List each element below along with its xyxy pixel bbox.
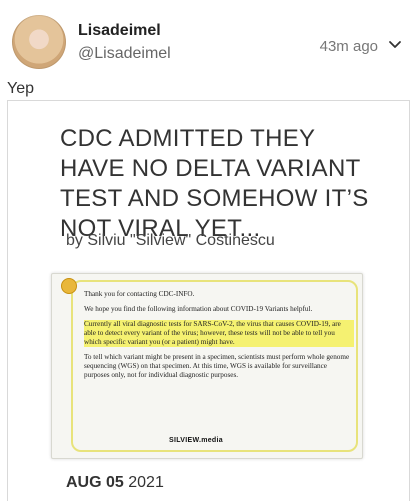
image-line: We hope you find the following informati… — [84, 305, 313, 313]
image-line: To tell which variant might be present i… — [84, 353, 350, 379]
image-line: Currently all viral diagnostic tests for… — [84, 320, 354, 347]
article-image[interactable]: Thank you for contacting CDC-INFO. We ho… — [51, 273, 363, 459]
image-watermark: SILVIEW.media — [169, 437, 223, 444]
author-name[interactable]: Lisadeimel — [78, 22, 161, 40]
post-timestamp: 43m ago — [319, 38, 378, 55]
date-month-day: AUG 05 — [66, 474, 124, 491]
image-line: Thank you for contacting CDC-INFO. — [84, 290, 195, 298]
face-badge-icon — [61, 278, 77, 294]
post-text: Yep — [7, 80, 34, 97]
avatar[interactable] — [12, 15, 66, 69]
image-text: Thank you for contacting CDC-INFO. We ho… — [84, 290, 354, 386]
chevron-down-icon[interactable] — [387, 36, 403, 52]
article-headline[interactable]: CDC ADMITTED THEY HAVE NO DELTA VARIANT … — [60, 124, 380, 244]
author-handle[interactable]: @Lisadeimel — [78, 45, 171, 63]
article-date: AUG 05 2021 — [66, 474, 164, 492]
date-year: 2021 — [128, 474, 164, 491]
article-byline: by Silviu "Silview" Costinescu — [66, 232, 275, 249]
post-header: Lisadeimel @Lisadeimel 43m ago — [0, 0, 414, 72]
